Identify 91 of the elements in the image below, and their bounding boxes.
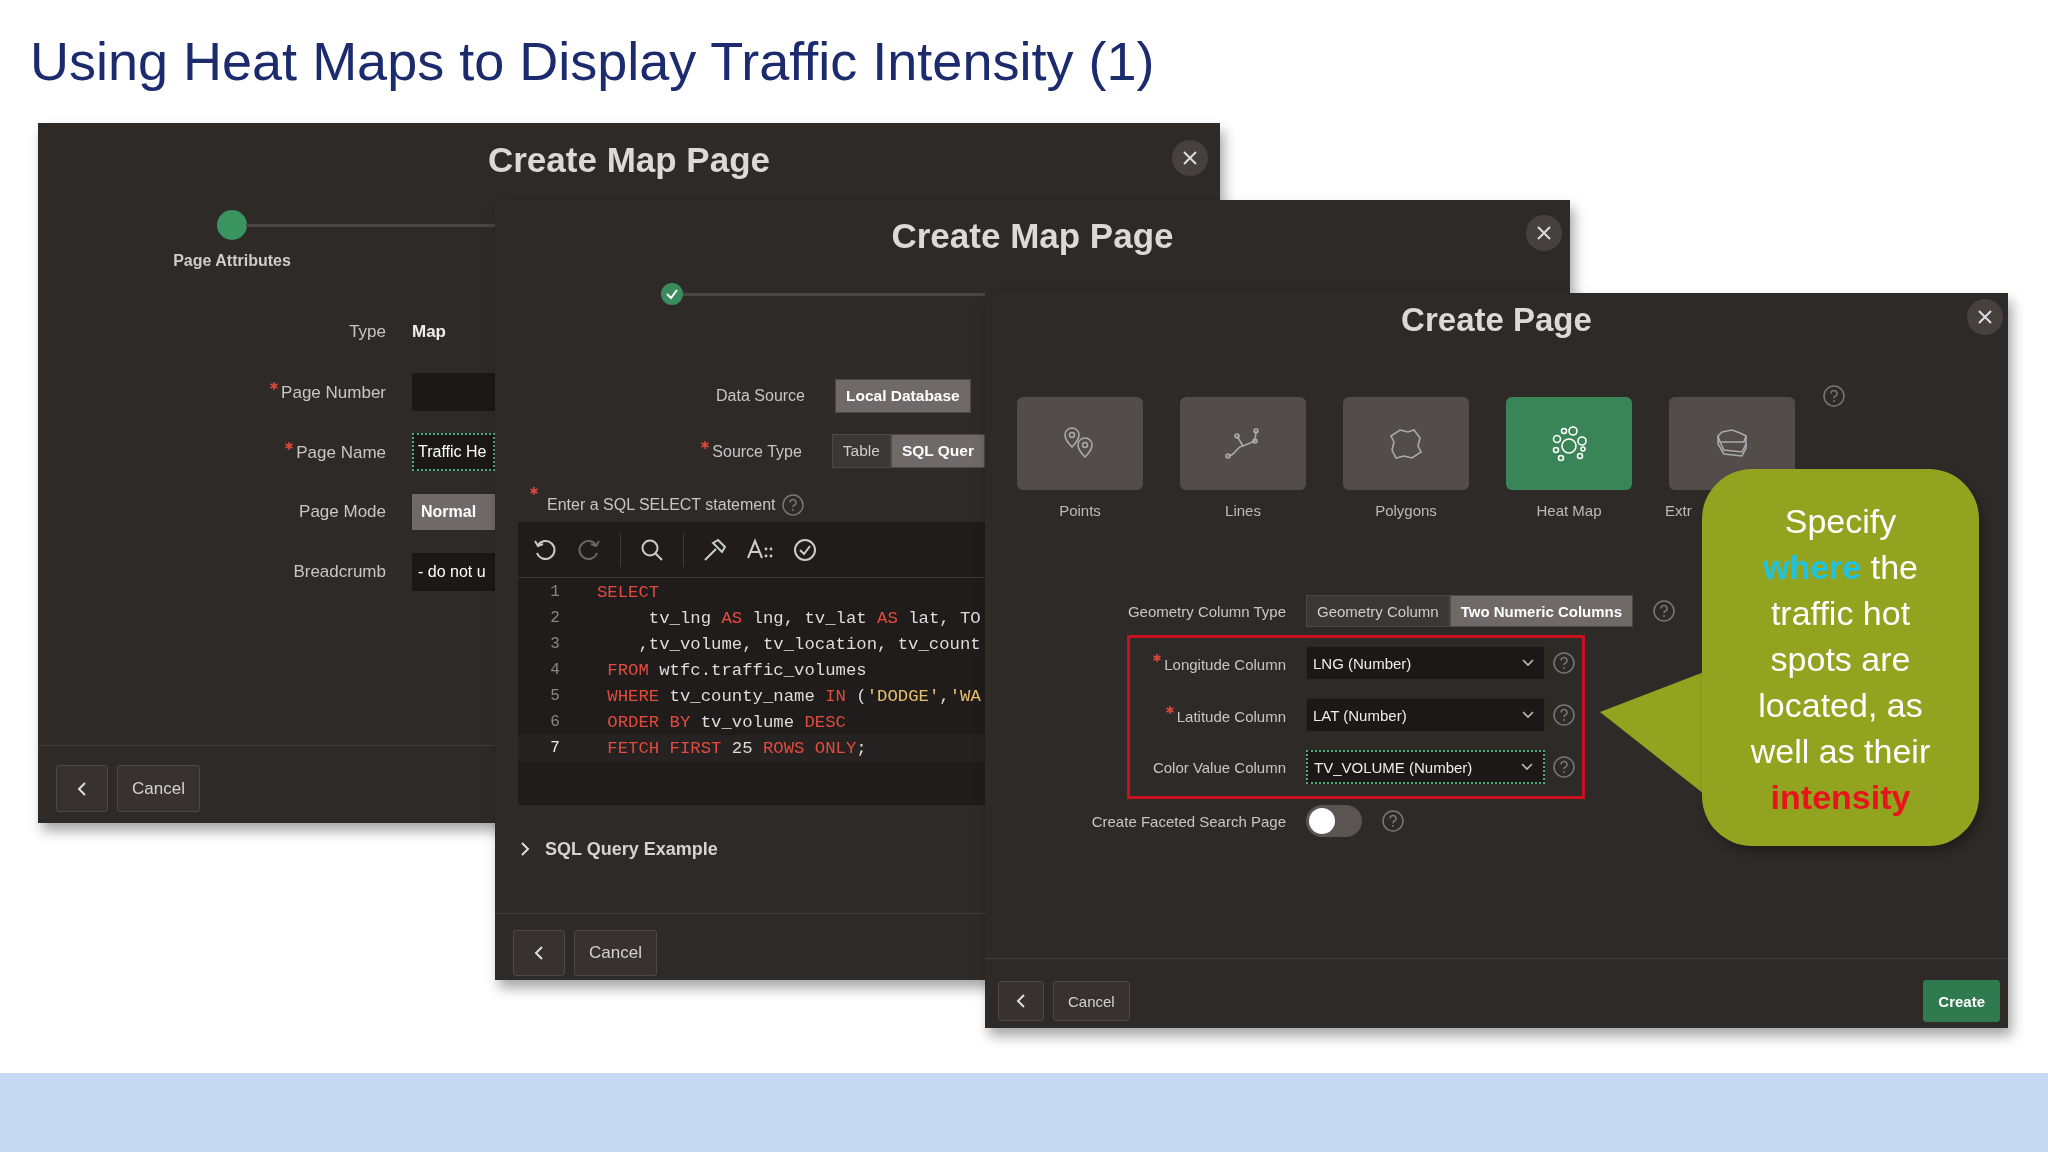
close-icon — [1536, 225, 1552, 241]
field-label: Page Mode — [299, 502, 386, 521]
field-label: Breadcrumb — [293, 562, 386, 581]
segment-button[interactable]: Geometry Column — [1306, 595, 1450, 627]
code-editor[interactable]: 1 SELECT 2 tv_lng AS lng, tv_lat AS lat, TO 3 ,tv_volume, tv_location, tv_count 4 FROM wtfc.traffic_volumes 5 WHERE tv_county_name IN ('DODGE','WA 6 ORDER BY tv_volume DESC 7 FETCH FIRST 25 ROWS ONLY; — [518, 522, 985, 805]
segment-button[interactable]: SQL Quer — [890, 434, 985, 468]
help-icon[interactable] — [1553, 756, 1575, 778]
tile-label: Polygons — [1375, 502, 1437, 519]
toggle-switch[interactable] — [1306, 805, 1362, 837]
required-icon — [270, 381, 279, 390]
segment-button[interactable]: Local Database — [835, 379, 971, 413]
field-value: Map — [412, 322, 446, 342]
create-button[interactable]: Create — [1923, 980, 2000, 1022]
slide-title: Using Heat Maps to Display Traffic Intensity (1) — [30, 30, 1155, 92]
step-dot — [217, 210, 247, 240]
field-label: Longitude Column — [1164, 655, 1286, 673]
chevron-left-icon — [534, 945, 544, 961]
field-label: Data Source — [716, 387, 805, 404]
close-icon — [1182, 150, 1198, 166]
required-icon — [1165, 705, 1174, 714]
code-line: tv_lng AS lng, tv_lat AS lat, TO — [647, 608, 981, 628]
close-button[interactable] — [1967, 299, 2003, 335]
dialog-title: Create Page — [1401, 300, 1592, 340]
line-number: 3 — [549, 635, 561, 653]
cancel-button[interactable]: Cancel — [574, 930, 657, 976]
field-label: Page Number — [281, 382, 386, 402]
help-icon[interactable] — [781, 494, 804, 516]
segment-button[interactable]: Table — [831, 434, 891, 468]
line-number: 6 — [549, 713, 561, 731]
cancel-button[interactable]: Cancel — [117, 765, 200, 812]
field-label: Color Value Column — [1152, 758, 1286, 776]
code-line: FETCH FIRST 25 ROWS ONLY; — [606, 738, 867, 758]
line-number: 2 — [549, 609, 561, 627]
step-check-icon — [661, 283, 683, 305]
line-number: 4 — [549, 661, 561, 679]
tile-label: Points — [1059, 502, 1101, 519]
help-icon[interactable] — [1553, 652, 1575, 674]
field-label: Page Name — [296, 442, 386, 462]
close-button[interactable] — [1172, 140, 1208, 176]
field-label: Source Type — [712, 443, 802, 460]
map-type-tile[interactable] — [1017, 397, 1143, 490]
line-number: 7 — [549, 739, 561, 757]
field-label: Type — [349, 322, 386, 341]
callout-text: Specify where the traffic hot spots are located, as well as their intensity — [1749, 501, 1932, 818]
step-label: Page Attributes — [173, 252, 291, 270]
map-type-tile[interactable] — [1506, 397, 1632, 490]
hammer-icon[interactable] — [702, 536, 728, 563]
select-field[interactable]: LAT (Number) — [1306, 698, 1545, 732]
help-icon[interactable] — [1823, 385, 1845, 407]
help-icon[interactable] — [1382, 810, 1404, 832]
chevron-left-icon — [1016, 993, 1026, 1009]
code-line: ,tv_volume, tv_location, tv_count — [637, 634, 981, 654]
dialog-title: Create Map Page — [891, 216, 1174, 256]
close-button[interactable] — [1526, 215, 1562, 251]
tile-label: Lines — [1225, 502, 1261, 519]
field-label: Create Faceted Search Page — [1090, 812, 1286, 830]
chevron-down-icon — [1522, 659, 1534, 667]
field-label: Latitude Column — [1176, 707, 1286, 725]
line-number: 1 — [549, 583, 561, 601]
required-icon — [285, 441, 294, 450]
code-line: WHERE tv_county_name IN ('DODGE','WA — [606, 686, 981, 706]
chevron-left-icon — [77, 780, 87, 797]
chevron-right-icon — [519, 841, 531, 857]
code-line: ORDER BY tv_volume DESC — [606, 712, 846, 732]
code-line: SELECT — [596, 582, 660, 602]
validate-icon[interactable] — [792, 536, 818, 563]
chevron-down-icon — [1521, 763, 1533, 771]
expander-toggle[interactable]: SQL Query Example — [515, 838, 722, 860]
tile-label: Extr — [1665, 502, 1692, 519]
select-field[interactable]: TV_VOLUME (Number) — [1306, 750, 1545, 784]
segment-button[interactable]: Normal — [412, 494, 495, 530]
dialog-title: Create Map Page — [487, 140, 771, 180]
help-icon[interactable] — [1653, 600, 1676, 622]
select-field[interactable]: LNG (Number) — [1306, 646, 1545, 680]
input-field[interactable]: - do not u — [412, 553, 495, 591]
back-button[interactable] — [998, 981, 1044, 1021]
line-number: 5 — [549, 687, 561, 705]
field-label: Geometry Column Type — [1126, 602, 1286, 620]
map-type-tile[interactable] — [1180, 397, 1306, 490]
input-field[interactable]: Traffic He — [412, 433, 495, 471]
code-line: FROM wtfc.traffic_volumes — [606, 660, 867, 680]
segment-button[interactable]: Two Numeric Columns — [1449, 595, 1634, 627]
field-label: Enter a SQL SELECT statement — [547, 496, 776, 514]
chevron-down-icon — [1522, 711, 1534, 719]
help-icon[interactable] — [1553, 704, 1575, 726]
tile-label: Heat Map — [1536, 502, 1602, 519]
required-icon — [701, 441, 710, 449]
required-icon — [1153, 653, 1162, 662]
cancel-button[interactable]: Cancel — [1053, 981, 1130, 1021]
map-type-tile[interactable] — [1343, 397, 1469, 490]
close-icon — [1977, 309, 1993, 325]
